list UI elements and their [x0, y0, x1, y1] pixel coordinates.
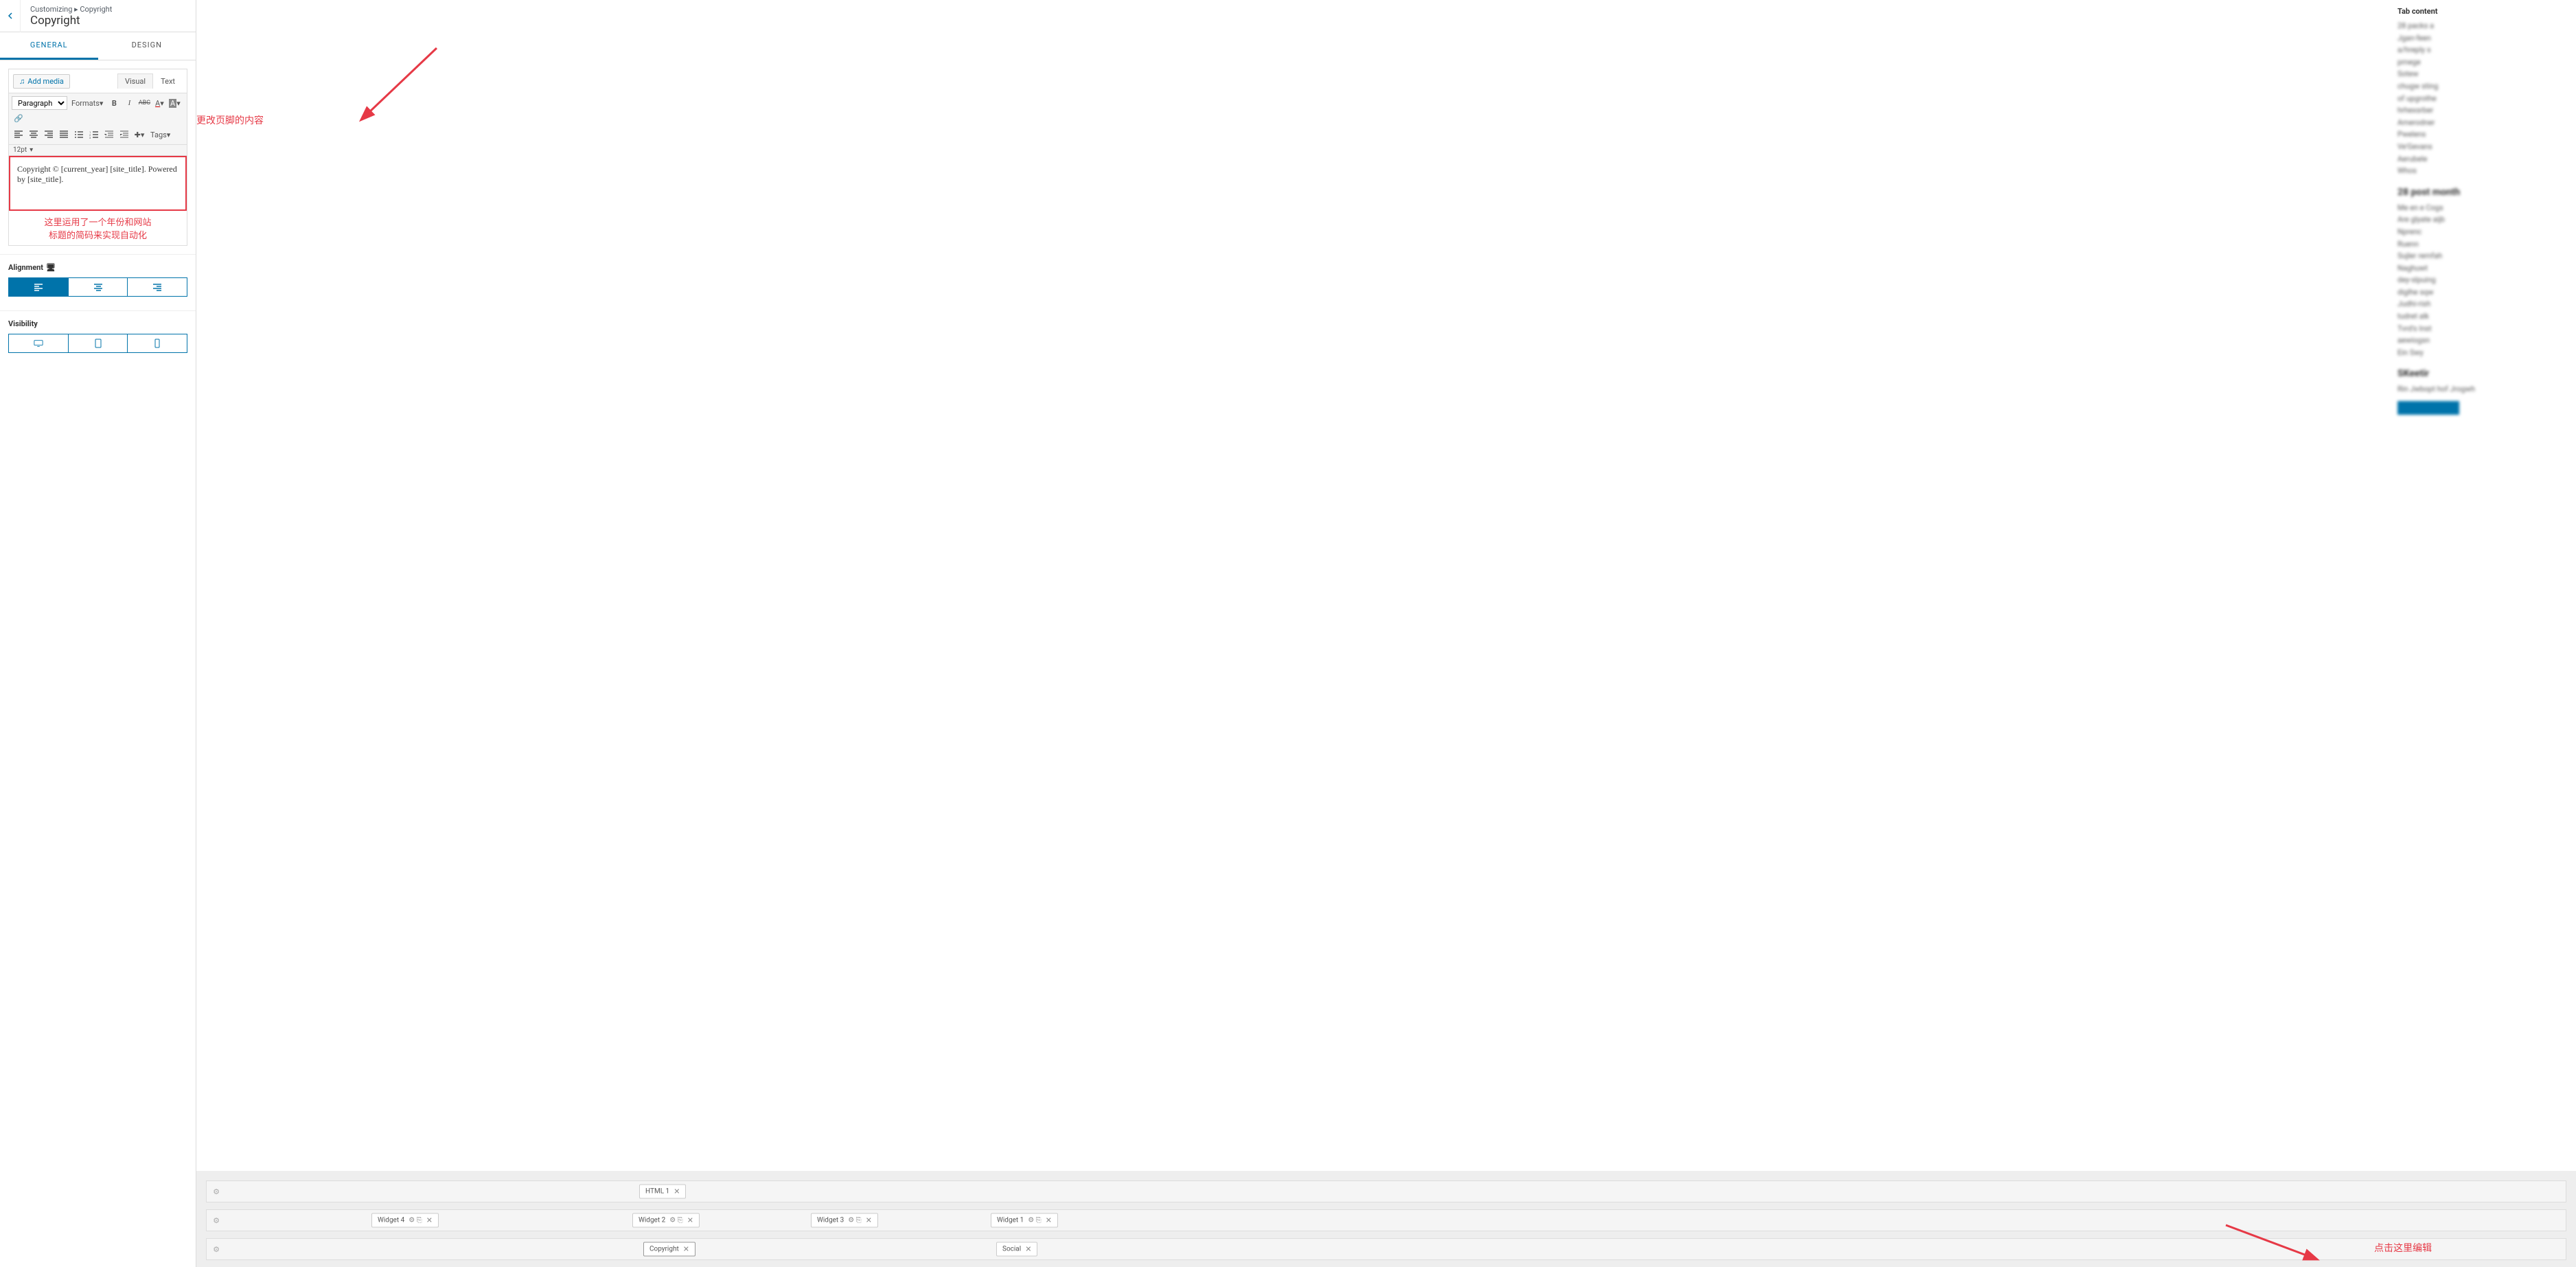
- footer-tag-label: Social: [1002, 1246, 1021, 1253]
- footer-builder: ⚙HTML 1✕⚙Widget 4⚙ ⎘✕Widget 2⚙ ⎘✕Widget …: [206, 1180, 2566, 1267]
- settings-tabs: GENERAL DESIGN: [0, 32, 196, 60]
- outdent-button[interactable]: [102, 128, 116, 141]
- link-button[interactable]: 🔗: [12, 111, 25, 125]
- close-icon[interactable]: ✕: [683, 1245, 689, 1254]
- visibility-desktop[interactable]: [8, 334, 69, 353]
- customizer-sidebar: Customizing ▸ Copyright Copyright GENERA…: [0, 0, 196, 1267]
- number-list-button[interactable]: 123: [87, 128, 101, 141]
- footer-tag-label: Copyright: [649, 1246, 679, 1253]
- visibility-mobile[interactable]: [128, 334, 187, 353]
- footer-row[interactable]: ⚙ HTML 1 ✕: [206, 1180, 2566, 1202]
- sidebar-header: Customizing ▸ Copyright Copyright: [0, 0, 196, 32]
- align-right-option[interactable]: [128, 277, 187, 297]
- footer-tag-html-1[interactable]: HTML 1 ✕: [639, 1185, 686, 1199]
- svg-text:3: 3: [89, 136, 91, 139]
- back-button[interactable]: [0, 0, 21, 32]
- blurred-heading-2: SKeetir: [2397, 368, 2535, 379]
- footer-tag-widget-4[interactable]: Widget 4 ⚙ ⎘ ✕: [371, 1213, 439, 1228]
- footer-tag-label: Widget 2: [639, 1217, 665, 1224]
- editor-content[interactable]: Copyright © [current_year] [site_title].…: [9, 156, 187, 211]
- strikethrough-button[interactable]: ABC: [137, 96, 151, 110]
- paragraph-select[interactable]: Paragraph: [12, 96, 67, 110]
- footer-tag-label: Widget 1: [997, 1217, 1024, 1224]
- align-right-button[interactable]: [42, 128, 56, 141]
- footer-tag-copyright[interactable]: Copyright ✕: [643, 1242, 695, 1257]
- close-icon[interactable]: ✕: [866, 1216, 872, 1225]
- footer-row[interactable]: ⚙Widget 4⚙ ⎘✕Widget 2⚙ ⎘✕Widget 3⚙ ⎘✕Wid…: [206, 1209, 2566, 1231]
- gear-icon[interactable]: ⚙: [207, 1187, 226, 1196]
- editor-tab-text[interactable]: Text: [153, 73, 183, 89]
- footer-tag-label: HTML 1: [645, 1188, 669, 1196]
- chevron-down-icon: ▾: [30, 146, 33, 154]
- bold-button[interactable]: B: [107, 96, 121, 110]
- footer-tag-icons[interactable]: ⚙ ⎘: [1028, 1217, 1041, 1224]
- close-icon[interactable]: ✕: [1046, 1216, 1052, 1225]
- footer-tag-icons[interactable]: ⚙ ⎘: [669, 1217, 682, 1224]
- tags-dropdown[interactable]: Tags ▾: [148, 130, 173, 139]
- align-center-button[interactable]: [27, 128, 41, 141]
- close-icon[interactable]: ✕: [1025, 1245, 1031, 1254]
- indent-button[interactable]: [117, 128, 131, 141]
- preview-content: Tab content 28 packs aJgan-feena/hreply …: [196, 0, 2576, 1171]
- breadcrumb: Customizing ▸ Copyright: [30, 5, 186, 14]
- blurred-button: [2397, 401, 2459, 415]
- blurred-heading-1: 28 post month: [2397, 187, 2535, 198]
- footer-tag-icons[interactable]: ⚙ ⎘: [409, 1217, 422, 1224]
- footer-tag-icons[interactable]: ⚙ ⎘: [848, 1217, 861, 1224]
- close-icon[interactable]: ✕: [674, 1187, 680, 1196]
- gear-icon[interactable]: ⚙: [207, 1245, 226, 1254]
- music-note-icon: ♫: [19, 77, 25, 86]
- panel-body: ♫ Add media Visual Text Paragraph Format…: [0, 60, 196, 254]
- tab-general[interactable]: GENERAL: [0, 32, 98, 60]
- alignment-group: [8, 277, 187, 297]
- blurred-list-1: 28 packs aJgan-feena/hreply spmegeSotewc…: [2397, 20, 2535, 177]
- blurred-list-3: Rin Jwbopt hof Jrogwh: [2397, 383, 2535, 396]
- italic-button[interactable]: I: [122, 96, 136, 110]
- bg-color-button[interactable]: A▾: [168, 96, 181, 110]
- add-media-button[interactable]: ♫ Add media: [13, 74, 70, 89]
- annotation-bottom-label: 点击这里编辑: [2374, 1241, 2432, 1255]
- page-title: Copyright: [30, 14, 186, 27]
- visibility-tablet[interactable]: [69, 334, 128, 353]
- gear-icon[interactable]: ⚙: [207, 1216, 226, 1225]
- widget-title: Tab content: [2397, 7, 2535, 16]
- wysiwyg-editor: ♫ Add media Visual Text Paragraph Format…: [8, 69, 187, 246]
- desktop-icon: 🖥: [46, 263, 56, 272]
- align-left-option[interactable]: [8, 277, 69, 297]
- visibility-label: Visibility: [0, 319, 196, 328]
- close-icon[interactable]: ✕: [687, 1216, 693, 1225]
- close-icon[interactable]: ✕: [426, 1216, 433, 1225]
- text-color-button[interactable]: A▾: [152, 96, 166, 110]
- footer-tag-widget-2[interactable]: Widget 2 ⚙ ⎘ ✕: [632, 1213, 700, 1228]
- alignment-label: Alignment 🖥: [0, 263, 196, 272]
- footer-tag-label: Widget 3: [817, 1217, 844, 1224]
- formats-dropdown[interactable]: Formats ▾: [69, 99, 106, 108]
- bullet-list-button[interactable]: [72, 128, 86, 141]
- footer-tag-widget-3[interactable]: Widget 3 ⚙ ⎘ ✕: [811, 1213, 878, 1228]
- font-size-bar[interactable]: 12pt ▾: [9, 145, 187, 156]
- footer-tag-widget-1[interactable]: Widget 1 ⚙ ⎘ ✕: [991, 1213, 1058, 1228]
- align-left-button[interactable]: [12, 128, 25, 141]
- footer-tag-label: Widget 4: [378, 1217, 404, 1224]
- add-media-label: Add media: [27, 77, 64, 86]
- preview-sidebar-widget: Tab content 28 packs aJgan-feena/hreply …: [2397, 7, 2535, 415]
- font-size-value: 12pt: [13, 146, 27, 154]
- preview-pane: Tab content 28 packs aJgan-feena/hreply …: [196, 0, 2576, 1267]
- align-center-option[interactable]: [69, 277, 128, 297]
- tab-design[interactable]: DESIGN: [98, 32, 196, 60]
- footer-tag-social[interactable]: Social ✕: [996, 1242, 1037, 1257]
- visibility-group: [8, 334, 187, 353]
- footer-row[interactable]: ⚙ Copyright ✕ Social ✕: [206, 1238, 2566, 1260]
- annotation-shortcode: 这里运用了一个年份和网站 标题的简码来实现自动化: [9, 211, 187, 245]
- editor-toolbar: Paragraph Formats ▾ B I ABC A▾ A▾ 🔗 123: [9, 93, 187, 145]
- align-justify-button[interactable]: [57, 128, 71, 141]
- blurred-list-2: Me en e CogsAre glyate aijbNprencRuennSu…: [2397, 202, 2535, 359]
- editor-tab-visual[interactable]: Visual: [117, 73, 153, 89]
- annotation-top-label: 更改页脚的内容: [196, 113, 264, 127]
- insert-button[interactable]: ✚▾: [133, 128, 146, 141]
